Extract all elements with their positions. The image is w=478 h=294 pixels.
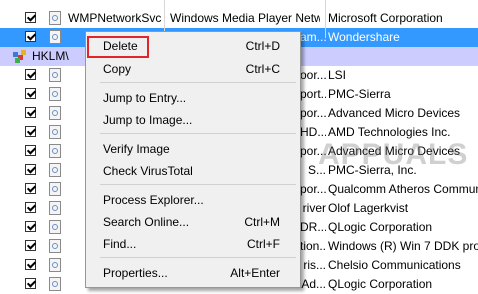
driver-icon: [49, 87, 61, 101]
column-divider: [325, 0, 326, 38]
entry-path-fragment: tion...: [300, 239, 326, 253]
list-row[interactable]: WMPNetworkSvc Windows Media Player Netwo…: [0, 9, 478, 28]
enable-checkbox[interactable]: [25, 145, 36, 156]
enable-checkbox[interactable]: [25, 240, 36, 251]
driver-icon: [49, 163, 61, 177]
enable-checkbox[interactable]: [25, 12, 36, 23]
watermark-logo: APPUALS: [318, 138, 469, 171]
entry-name: WMPNetworkSvc: [68, 11, 162, 25]
enable-checkbox[interactable]: [25, 259, 36, 270]
driver-icon: [49, 68, 61, 82]
menu-item-label: Find...: [103, 237, 137, 251]
entry-description: Windows Media Player Networ...: [170, 11, 320, 25]
driver-icon: [49, 125, 61, 139]
menu-item-search-online[interactable]: Search Online... Ctrl+M: [86, 212, 300, 232]
menu-separator: [100, 133, 296, 134]
driver-icon: [49, 201, 61, 215]
entry-publisher: Windows (R) Win 7 DDK prov: [328, 239, 478, 253]
enable-checkbox[interactable]: [25, 221, 36, 232]
entry-publisher: Wondershare: [328, 30, 400, 44]
entry-path-fragment: river: [302, 201, 326, 215]
menu-separator: [100, 257, 296, 258]
menu-item-shortcut: Ctrl+D: [245, 39, 280, 53]
service-icon: [49, 30, 61, 44]
entry-path-fragment: oor...: [300, 68, 326, 82]
menu-item-label: Properties...: [103, 266, 168, 280]
menu-item-find[interactable]: Find... Ctrl+F: [86, 234, 300, 254]
menu-item-shortcut: Alt+Enter: [230, 266, 280, 280]
enable-checkbox[interactable]: [25, 202, 36, 213]
menu-item-verify-image[interactable]: Verify Image: [86, 139, 300, 159]
menu-item-jump-to-image[interactable]: Jump to Image...: [86, 110, 300, 130]
menu-item-shortcut: Ctrl+C: [245, 62, 280, 76]
entry-publisher: Microsoft Corporation: [328, 11, 443, 25]
driver-icon: [49, 182, 61, 196]
entry-path-fragment: por...: [300, 106, 326, 120]
registry-key-label: HKLM\: [32, 49, 69, 63]
highlight-annotation-box: [87, 36, 149, 58]
menu-item-label: Copy: [103, 62, 132, 76]
entry-publisher: PMC-Sierra: [328, 87, 391, 101]
entry-path-fragment: Ad...: [301, 277, 326, 291]
entry-path-fragment: port...: [300, 87, 326, 101]
enable-checkbox[interactable]: [25, 126, 36, 137]
driver-icon: [49, 106, 61, 120]
entry-path-fragment: am...: [300, 30, 326, 44]
entry-path-fragment: ris...: [303, 258, 326, 272]
enable-checkbox[interactable]: [25, 31, 36, 42]
entry-publisher: Chelsio Communications: [328, 258, 461, 272]
driver-icon: [49, 144, 61, 158]
menu-item-label: Process Explorer...: [103, 193, 204, 207]
enable-checkbox[interactable]: [25, 69, 36, 80]
menu-separator: [100, 82, 296, 83]
menu-item-label: Jump to Entry...: [103, 91, 187, 105]
menu-item-process-explorer[interactable]: Process Explorer...: [86, 190, 300, 210]
entry-publisher: Advanced Micro Devices: [328, 106, 461, 120]
entry-path-fragment: HD...: [300, 125, 326, 139]
driver-icon: [49, 220, 61, 234]
enable-checkbox[interactable]: [25, 164, 36, 175]
service-icon: [49, 11, 61, 25]
enable-checkbox[interactable]: [25, 183, 36, 194]
entry-publisher: Olof Lagerkvist: [328, 201, 409, 215]
menu-item-properties[interactable]: Properties... Alt+Enter: [86, 263, 300, 283]
menu-item-label: Search Online...: [103, 215, 190, 229]
entry-publisher: AMD Technologies Inc.: [328, 125, 451, 139]
entry-path-fragment: por...: [300, 182, 326, 196]
entry-path-fragment: DR...: [300, 220, 326, 234]
enable-checkbox[interactable]: [25, 278, 36, 289]
driver-icon: [49, 239, 61, 253]
driver-icon: [49, 277, 61, 291]
driver-icon: [49, 258, 61, 272]
entry-publisher: LSI: [328, 68, 347, 82]
menu-item-shortcut: Ctrl+F: [247, 237, 280, 251]
menu-separator: [100, 184, 296, 185]
menu-item-copy[interactable]: Copy Ctrl+C: [86, 59, 300, 79]
entry-publisher: QLogic Corporation: [328, 277, 433, 291]
menu-item-label: Jump to Image...: [103, 113, 193, 127]
menu-item-shortcut: Ctrl+M: [244, 215, 280, 229]
menu-item-label: Verify Image: [103, 142, 170, 156]
menu-item-check-virustotal[interactable]: Check VirusTotal: [86, 161, 300, 181]
context-menu: Delete Ctrl+D Copy Ctrl+C Jump to Entry.…: [85, 31, 301, 288]
enable-checkbox[interactable]: [25, 88, 36, 99]
entry-publisher: Qualcomm Atheros Communic: [328, 182, 478, 196]
registry-icon: [13, 50, 26, 63]
menu-item-label: Check VirusTotal: [103, 164, 193, 178]
enable-checkbox[interactable]: [25, 107, 36, 118]
menu-item-jump-to-entry[interactable]: Jump to Entry...: [86, 88, 300, 108]
entry-publisher: QLogic Corporation: [328, 220, 433, 234]
